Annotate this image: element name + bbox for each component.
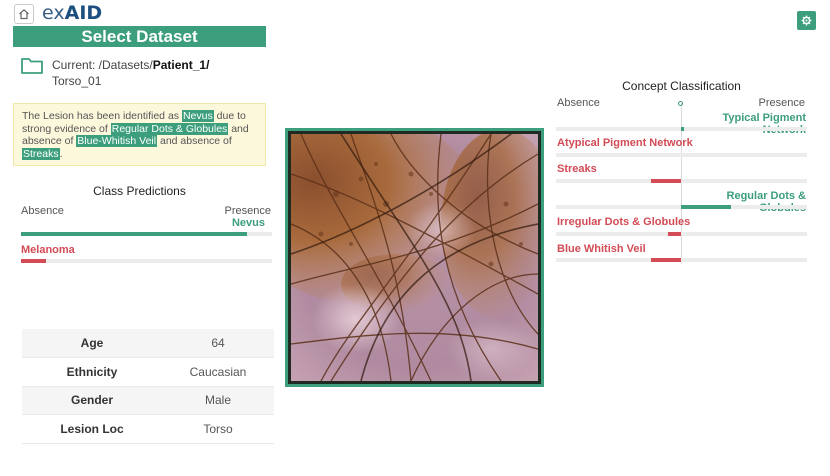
table-row: Ethnicity Caucasian (22, 357, 274, 387)
metadata-key: Ethnicity (22, 357, 162, 387)
concept-track (556, 179, 807, 183)
class-name-melanoma: Melanoma (21, 244, 75, 256)
explanation-box: The Lesion has been identified as Nevus … (13, 103, 266, 166)
class-name-nevus: Nevus (231, 217, 265, 229)
current-path-label: Current: /Datasets/ (52, 58, 153, 72)
selected-file[interactable]: Torso_01 (52, 74, 252, 89)
folder-icon (21, 58, 43, 74)
metadata-value: Caucasian (162, 357, 274, 387)
gear-icon (801, 15, 812, 26)
concept-name-regular-dots-globules: Regular Dots & Globules (726, 190, 806, 214)
settings-button[interactable] (797, 11, 816, 30)
metadata-key: Age (22, 329, 162, 358)
class-track-melanoma (21, 259, 272, 263)
brand-ex: ex (42, 2, 65, 24)
concept-track (556, 232, 807, 236)
explanation-absent-concept: Blue-Whitish Veil (76, 135, 158, 147)
app-logo: exAID (42, 3, 102, 23)
concept-name-irregular-dots-globules: Irregular Dots & Globules (557, 216, 691, 228)
home-button[interactable] (14, 4, 34, 24)
class-predictions-title: Class Predictions (93, 184, 186, 198)
concept-name-streaks: Streaks (557, 163, 597, 175)
dermoscopy-image (291, 134, 538, 381)
metadata-key: Gender (22, 386, 162, 415)
explanation-absent-concept: Streaks (22, 147, 60, 160)
concept-bar-typical-pigment-network (681, 127, 684, 131)
explanation-text: The Lesion has been identified as (22, 110, 182, 122)
table-row: Gender Male (22, 386, 274, 415)
metadata-value: Male (162, 386, 274, 415)
concept-classification-title: Concept Classification (622, 79, 741, 93)
concept-bar-irregular-dots-globules (668, 232, 681, 236)
lesion-image (285, 128, 544, 387)
concept-bar-blue-whitish-veil (651, 258, 681, 262)
home-icon (19, 8, 29, 20)
selected-patient[interactable]: Patient_1/ (153, 58, 210, 72)
concept-track (556, 153, 807, 157)
class-absence-label: Absence (21, 205, 64, 217)
brand-aid: AID (64, 2, 103, 24)
explanation-text: and absence of (157, 135, 232, 147)
current-path: Current: /Datasets/Patient_1/ Torso_01 (52, 58, 252, 89)
class-bar-nevus (21, 232, 247, 236)
concept-name-atypical-pigment-network: Atypical Pigment Network (557, 137, 693, 149)
explanation-evidence: Regular Dots & Globules (110, 122, 229, 135)
concept-absence-label: Absence (557, 97, 600, 109)
metadata-value: Torso (162, 414, 274, 444)
table-row: Age 64 (22, 329, 274, 358)
class-presence-label: Presence (224, 205, 271, 217)
select-dataset-button[interactable]: Select Dataset (13, 26, 266, 47)
concept-bar-regular-dots-globules (681, 205, 731, 209)
class-bar-melanoma (21, 259, 46, 263)
concept-name-typical-pigment-network: Typical Pigment Network (722, 112, 806, 136)
concept-name-blue-whitish-veil: Blue Whitish Veil (557, 243, 646, 255)
patient-metadata-table: Age 64 Ethnicity Caucasian Gender Male Lesi… (22, 329, 274, 444)
explanation-diagnosis: Nevus (181, 110, 214, 122)
concept-track (556, 258, 807, 262)
center-marker (678, 101, 683, 106)
concept-presence-label: Presence (758, 97, 805, 109)
table-row: Lesion Loc Torso (22, 414, 274, 444)
explanation-text: . (59, 147, 63, 160)
concept-bar-streaks (651, 179, 681, 183)
metadata-key: Lesion Loc (22, 414, 162, 444)
metadata-value: 64 (162, 329, 274, 358)
